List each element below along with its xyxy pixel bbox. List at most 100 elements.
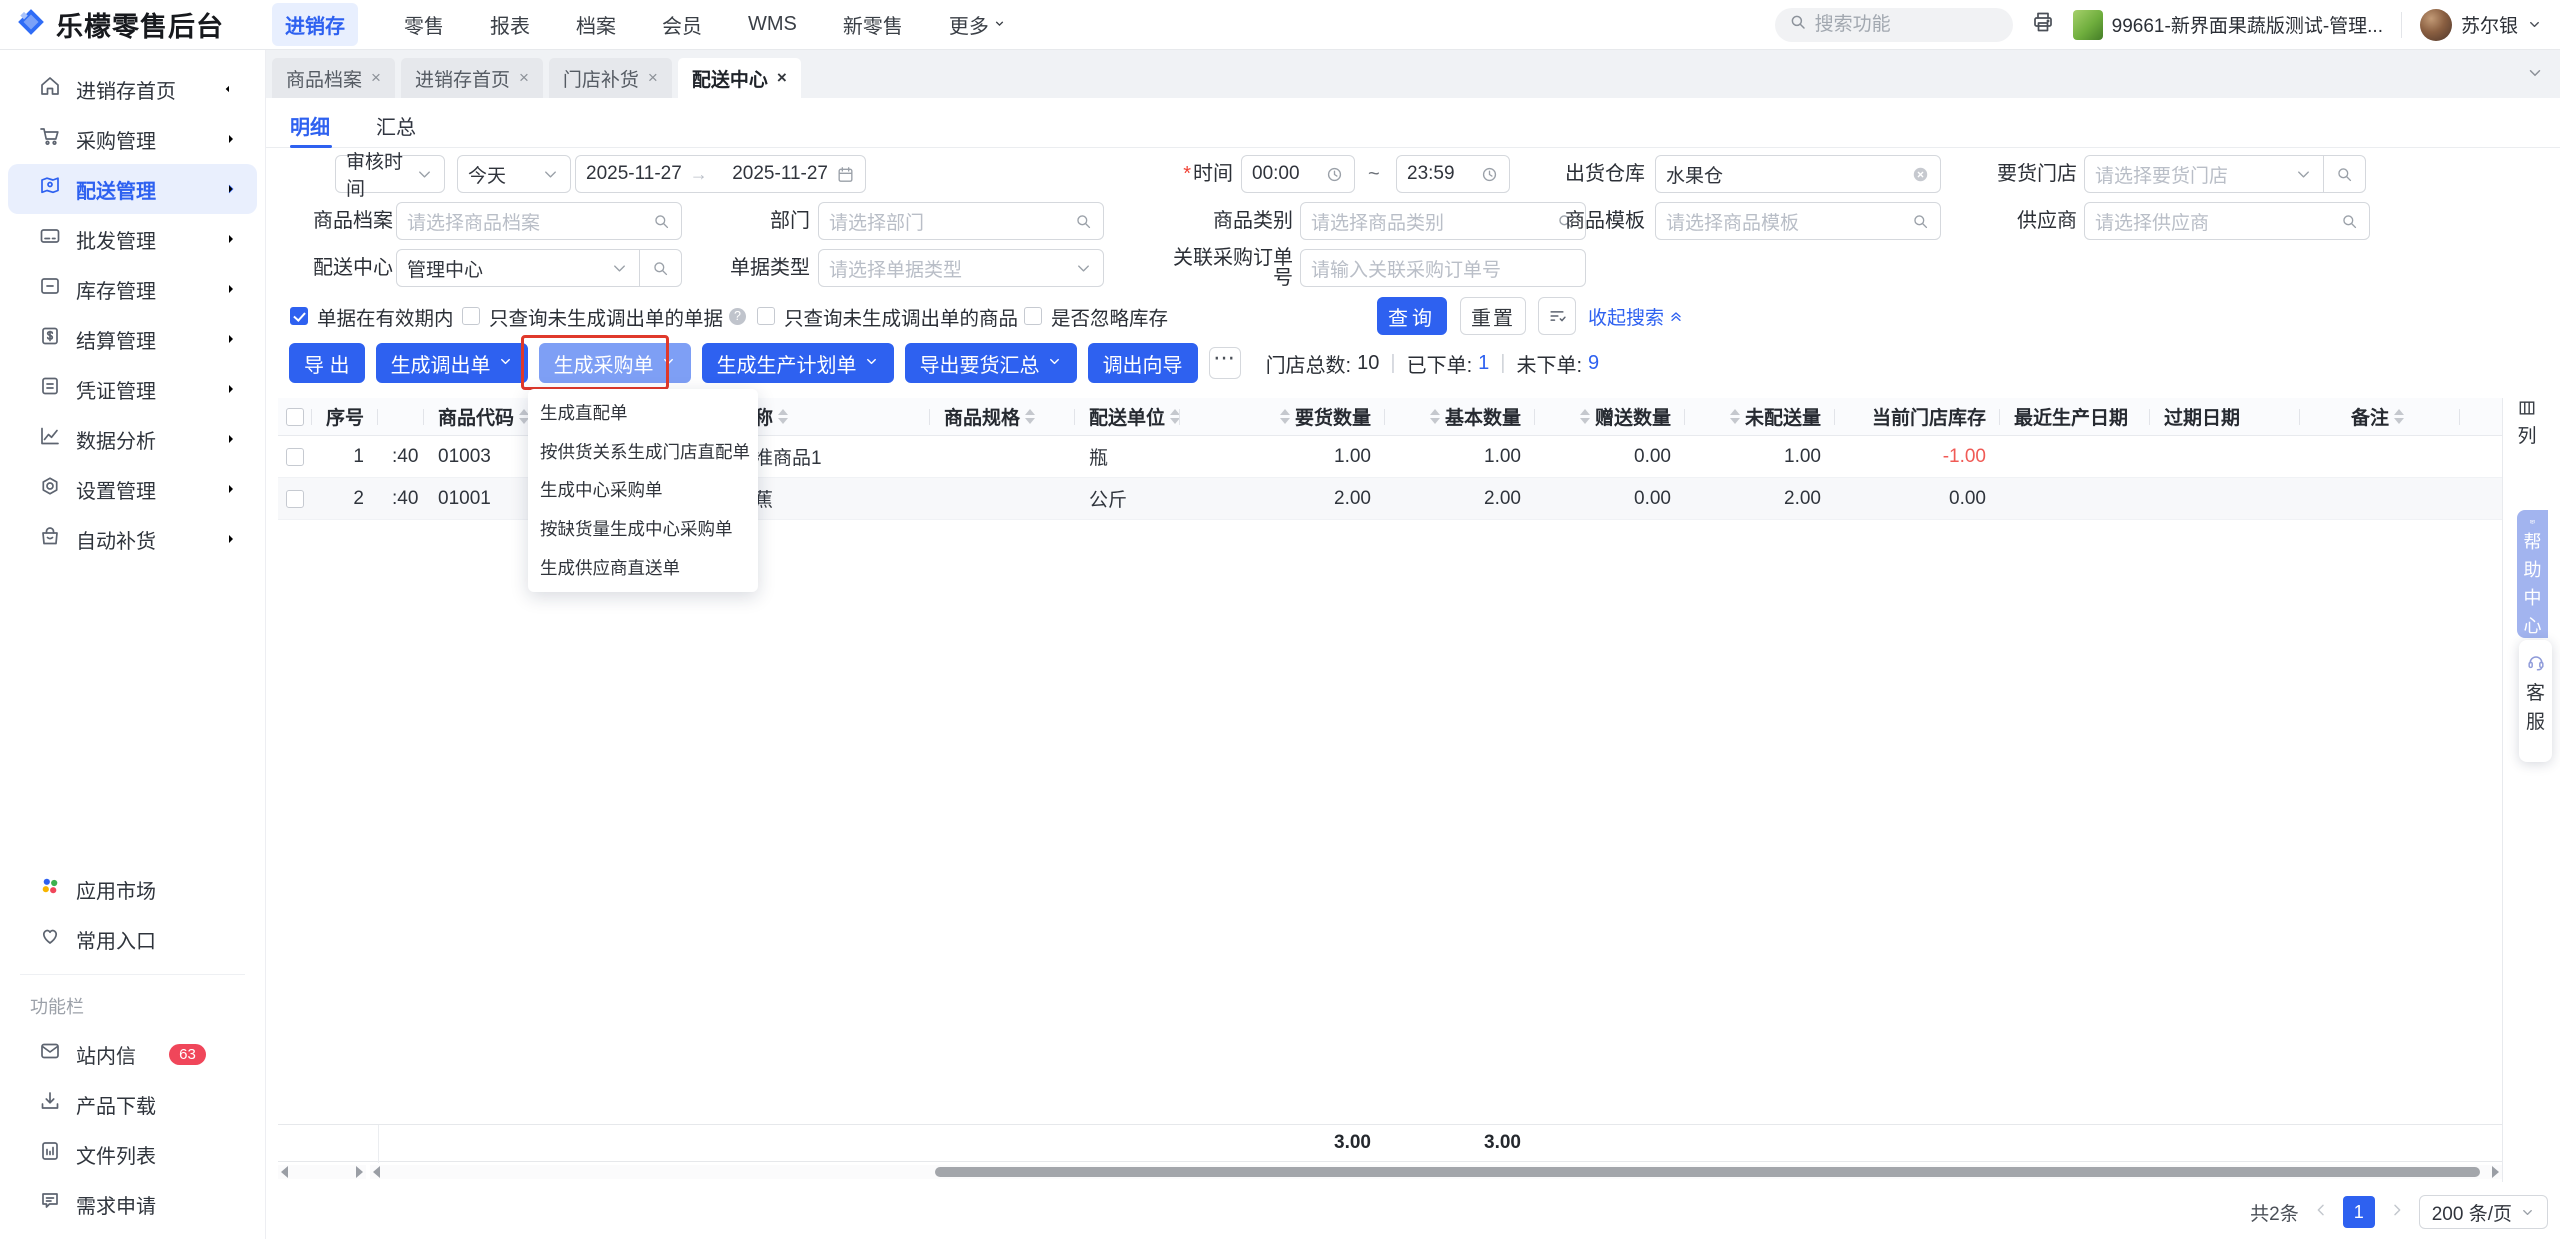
- menu-item-生成直配单[interactable]: 生成直配单: [528, 394, 758, 432]
- doc-type-select[interactable]: 请选择单据类型: [818, 249, 1104, 287]
- sort-icon[interactable]: [1429, 409, 1440, 424]
- toolbar-button-导出[interactable]: 导 出: [289, 343, 365, 383]
- toolbar-button-生成生产计划单[interactable]: 生成生产计划单: [701, 343, 894, 383]
- close-icon[interactable]: ×: [519, 68, 529, 88]
- menu-item-按缺货量生成中心采购单[interactable]: 按缺货量生成中心采购单: [528, 510, 758, 548]
- open-tab-门店补货[interactable]: 门店补货 ×: [548, 58, 672, 98]
- menu-item-生成中心采购单[interactable]: 生成中心采购单: [528, 471, 758, 509]
- chevron-right-icon[interactable]: [223, 431, 239, 447]
- sidebar-item-产品下载[interactable]: 产品下载: [8, 1079, 257, 1129]
- checkbox-unchecked[interactable]: [757, 307, 775, 325]
- menu-item-生成供应商直送单[interactable]: 生成供应商直送单: [528, 549, 758, 587]
- sidebar-item-应用市场[interactable]: 应用市场: [8, 864, 257, 914]
- nav-item-报表[interactable]: 报表: [490, 10, 530, 39]
- prev-page-icon[interactable]: [2313, 1202, 2329, 1223]
- open-tab-商品档案[interactable]: 商品档案 ×: [272, 58, 395, 98]
- sort-icon[interactable]: [1579, 409, 1590, 424]
- page-size-select[interactable]: 200 条/页: [2418, 1195, 2548, 1229]
- date-from[interactable]: 2025-11-27: [586, 163, 682, 185]
- nav-item-会员[interactable]: 会员: [662, 10, 702, 39]
- close-icon[interactable]: ×: [371, 68, 381, 88]
- sidebar-item-设置管理[interactable]: 设置管理: [8, 464, 257, 514]
- sidebar-item-批发管理[interactable]: 批发管理: [8, 214, 257, 264]
- scroll-left-icon[interactable]: [281, 1166, 288, 1178]
- collapse-search-link[interactable]: 收起搜索: [1588, 296, 1684, 336]
- sidebar-item-常用入口[interactable]: 常用入口: [8, 914, 257, 964]
- related-po-input[interactable]: 请输入关联采购订单号: [1300, 249, 1586, 287]
- sort-icon[interactable]: [1170, 409, 1181, 424]
- checkbox-unchecked[interactable]: [1024, 307, 1042, 325]
- checkbox-unchecked[interactable]: [462, 307, 480, 325]
- sidebar-item-库存管理[interactable]: 库存管理: [8, 264, 257, 314]
- chevron-right-icon[interactable]: [223, 231, 239, 247]
- query-button[interactable]: 查询: [1377, 297, 1447, 335]
- chevron-right-icon[interactable]: [223, 281, 239, 297]
- sort-icon[interactable]: [1279, 409, 1290, 424]
- close-icon[interactable]: ×: [648, 68, 658, 88]
- help-icon[interactable]: ?: [729, 307, 747, 325]
- fixed-columns-scrollbar[interactable]: [278, 1165, 366, 1179]
- date-preset-select[interactable]: 今天: [457, 155, 571, 193]
- global-search[interactable]: [1774, 7, 2013, 42]
- row-checkbox[interactable]: [286, 447, 304, 466]
- sidebar-collapse-icon[interactable]: [219, 79, 239, 99]
- nav-item-新零售[interactable]: 新零售: [843, 10, 903, 39]
- next-page-icon[interactable]: [2389, 1202, 2405, 1223]
- scroll-right-icon[interactable]: [2492, 1166, 2499, 1178]
- sidebar-item-凭证管理[interactable]: 凭证管理: [8, 364, 257, 414]
- sidebar-item-结算管理[interactable]: 结算管理: [8, 314, 257, 364]
- stat-value[interactable]: 9: [1588, 352, 1599, 375]
- chevron-right-icon[interactable]: [223, 481, 239, 497]
- sort-icon[interactable]: [1729, 409, 1740, 424]
- toolbar-button-生成采购单[interactable]: 生成采购单: [538, 343, 691, 383]
- menu-item-按供货关系生成门店直配单[interactable]: 按供货关系生成门店直配单: [528, 433, 758, 471]
- toolbar-button-导出要货汇总[interactable]: 导出要货汇总: [904, 343, 1077, 383]
- date-to[interactable]: 2025-11-27: [732, 163, 828, 185]
- column-settings-button[interactable]: 列: [2510, 398, 2544, 448]
- column-header-check[interactable]: [278, 398, 312, 436]
- sidebar-item-配送管理[interactable]: 配送管理: [8, 164, 257, 214]
- sidebar-item-文件列表[interactable]: 文件列表: [8, 1129, 257, 1179]
- chevron-right-icon[interactable]: [223, 331, 239, 347]
- nav-item-WMS[interactable]: WMS: [748, 13, 797, 36]
- printer-icon[interactable]: [2031, 10, 2055, 39]
- open-tab-配送中心[interactable]: 配送中心 ×: [677, 58, 801, 98]
- sidebar-item-站内信[interactable]: 站内信 63: [8, 1029, 257, 1079]
- time-from-input[interactable]: 00:00: [1241, 155, 1355, 193]
- date-type-select[interactable]: 审核时间: [335, 152, 445, 200]
- tab-detail[interactable]: 明细: [290, 111, 330, 140]
- request-store-select[interactable]: 请选择要货门店: [2084, 155, 2366, 193]
- scroll-right-icon[interactable]: [356, 1166, 363, 1178]
- saved-filters-button[interactable]: [1538, 297, 1576, 335]
- sidebar-item-采购管理[interactable]: 采购管理: [8, 114, 257, 164]
- sidebar-item-数据分析[interactable]: 数据分析: [8, 414, 257, 464]
- page-number[interactable]: 1: [2342, 1196, 2375, 1228]
- scrollbar-thumb[interactable]: [935, 1167, 2480, 1177]
- close-icon[interactable]: ×: [777, 68, 787, 88]
- table-horizontal-scrollbar[interactable]: [370, 1165, 2502, 1179]
- sort-icon[interactable]: [2394, 409, 2404, 424]
- store-selector[interactable]: 99661-新界面果蔬版测试-管理...: [2072, 9, 2383, 40]
- chevron-right-icon[interactable]: [223, 131, 239, 147]
- nav-item-进销存[interactable]: 进销存: [272, 3, 358, 46]
- nav-item-档案[interactable]: 档案: [576, 10, 616, 39]
- open-tab-进销存首页[interactable]: 进销存首页 ×: [400, 58, 543, 98]
- help-center-button[interactable]: 帮助中心: [2517, 510, 2548, 638]
- store-search-button[interactable]: [2323, 155, 2365, 193]
- scroll-left-icon[interactable]: [373, 1166, 380, 1178]
- customer-service-button[interactable]: 客服: [2519, 640, 2552, 762]
- stat-value[interactable]: 1: [1478, 352, 1489, 375]
- search-input[interactable]: [1814, 13, 1985, 36]
- select-all-checkbox[interactable]: [286, 407, 304, 426]
- tabs-collapse-icon[interactable]: [2526, 64, 2544, 87]
- tab-summary[interactable]: 汇总: [376, 111, 416, 140]
- user-menu[interactable]: 苏尔银: [2419, 8, 2542, 41]
- filter-input-供应商[interactable]: 请选择供应商: [2084, 202, 2370, 240]
- sidebar-item-需求申请[interactable]: 需求申请: [8, 1179, 257, 1229]
- chevron-right-icon[interactable]: [223, 381, 239, 397]
- more-actions-button[interactable]: ⋯: [1208, 345, 1241, 379]
- sidebar-item-进销存首页[interactable]: 进销存首页: [8, 64, 257, 114]
- toolbar-button-调出向导[interactable]: 调出向导: [1087, 343, 1198, 383]
- sort-icon[interactable]: [1025, 409, 1036, 424]
- nav-item-零售[interactable]: 零售: [404, 10, 444, 39]
